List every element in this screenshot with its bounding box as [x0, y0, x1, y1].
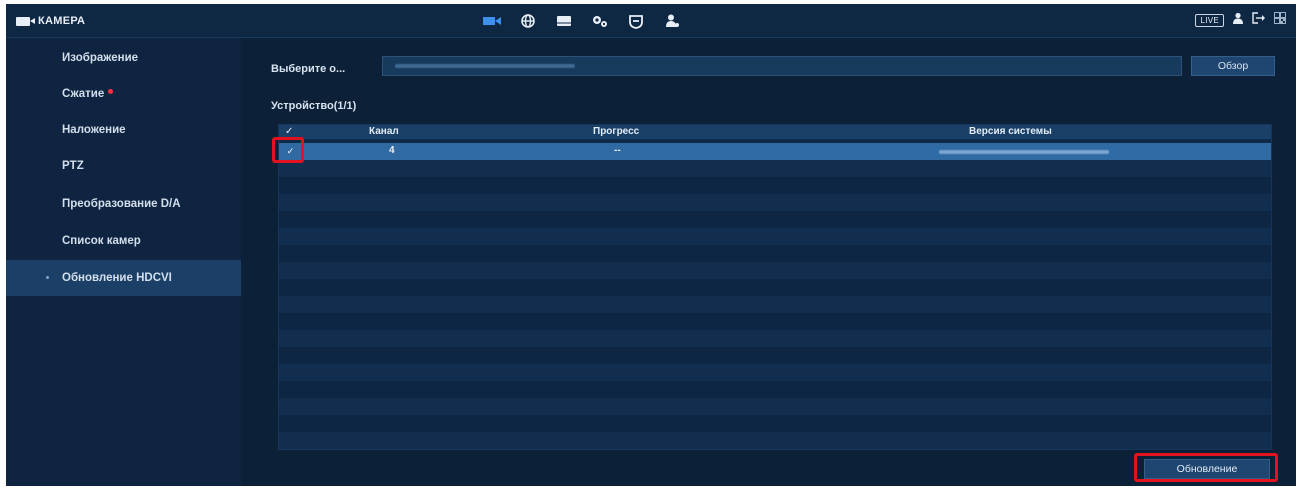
account-icon[interactable]	[654, 10, 690, 32]
sidebar-item-label: Сжатие	[62, 88, 105, 100]
sidebar: Изображение Сжатие Наложение PTZ Преобра…	[6, 38, 241, 486]
empty-row	[279, 296, 1271, 313]
sidebar-item-overlay[interactable]: Наложение	[6, 112, 241, 148]
sidebar-item-image[interactable]: Изображение	[6, 40, 241, 76]
empty-row	[279, 398, 1271, 415]
logout-icon[interactable]	[1252, 11, 1266, 29]
file-path-input[interactable]	[382, 56, 1182, 76]
empty-row	[279, 364, 1271, 381]
sidebar-item-ptz[interactable]: PTZ	[6, 148, 241, 184]
storage-icon[interactable]	[546, 10, 582, 32]
browse-button[interactable]: Обзор	[1191, 56, 1275, 76]
sidebar-item-label: Список камер	[62, 235, 141, 247]
app-window: КАМЕРА LIVE Изображение Сжатие Наложение…	[6, 4, 1296, 486]
empty-row	[279, 347, 1271, 364]
select-all-checkbox[interactable]: ✓	[285, 126, 293, 137]
highlight-box-checkbox	[272, 137, 304, 163]
empty-row	[279, 211, 1271, 228]
empty-row	[279, 177, 1271, 194]
empty-row	[279, 279, 1271, 296]
user-icon[interactable]	[1232, 11, 1244, 29]
sidebar-item-compression[interactable]: Сжатие	[6, 76, 241, 112]
camera-small-icon	[16, 16, 35, 26]
version-value-redacted	[939, 150, 1109, 154]
empty-row	[279, 160, 1271, 177]
qr-code-icon[interactable]	[1274, 11, 1286, 29]
devices-table: ✓ Канал Прогресс Версия системы ✓ 4 --	[278, 124, 1272, 450]
empty-row	[279, 228, 1271, 245]
main-panel: Выберите о... Обзор Устройство(1/1) ✓ Ка…	[241, 38, 1296, 486]
sidebar-item-camera-list[interactable]: Список камер	[6, 223, 241, 259]
empty-row	[279, 381, 1271, 398]
channel-cell: 4	[389, 145, 395, 156]
table-row[interactable]: ✓ 4 --	[279, 143, 1271, 160]
file-select-label: Выберите о...	[271, 63, 346, 75]
column-header-channel: Канал	[369, 126, 399, 137]
page-title: КАМЕРА	[38, 15, 86, 27]
top-bar: КАМЕРА LIVE	[6, 4, 1296, 38]
file-path-value-redacted	[395, 64, 575, 68]
empty-row	[279, 330, 1271, 347]
brand: КАМЕРА	[16, 12, 85, 30]
column-header-progress: Прогресс	[593, 126, 640, 137]
sidebar-item-hdcvi-update[interactable]: Обновление HDCVI	[6, 260, 241, 296]
network-icon[interactable]	[510, 10, 546, 32]
devices-title: Устройство(1/1)	[271, 100, 357, 112]
empty-row	[279, 415, 1271, 432]
empty-row	[279, 262, 1271, 279]
empty-row	[279, 194, 1271, 211]
sidebar-item-label: Изображение	[62, 52, 139, 64]
camera-icon[interactable]	[474, 10, 510, 32]
empty-row	[279, 245, 1271, 262]
main-menu	[474, 10, 690, 32]
active-indicator	[46, 276, 49, 279]
alert-dot-icon	[108, 88, 114, 94]
empty-row	[279, 432, 1271, 449]
live-button[interactable]: LIVE	[1195, 13, 1224, 27]
column-header-version: Версия системы	[969, 126, 1052, 137]
sidebar-item-label: Наложение	[62, 124, 126, 136]
sidebar-item-label: Преобразование D/A	[62, 198, 181, 210]
sidebar-item-label: PTZ	[62, 160, 84, 172]
security-icon[interactable]	[618, 10, 654, 32]
sidebar-item-da-conversion[interactable]: Преобразование D/A	[6, 186, 241, 222]
system-settings-icon[interactable]	[582, 10, 618, 32]
highlight-box-update-button	[1134, 453, 1278, 482]
sidebar-item-label: Обновление HDCVI	[62, 272, 172, 284]
table-header: ✓ Канал Прогресс Версия системы	[279, 125, 1271, 139]
top-right-tools: LIVE	[1195, 11, 1286, 29]
progress-cell: --	[614, 145, 621, 156]
empty-row	[279, 313, 1271, 330]
